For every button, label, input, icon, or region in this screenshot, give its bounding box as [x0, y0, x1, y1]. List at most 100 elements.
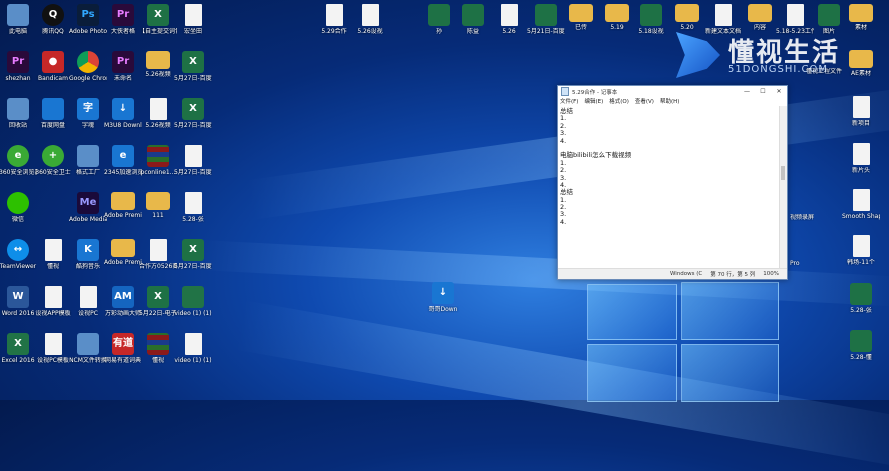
- desktop-icon[interactable]: 韩场-11个: [842, 235, 880, 266]
- desktop-icon[interactable]: 5.20: [668, 4, 706, 31]
- desktop-icon[interactable]: 设视PC: [69, 286, 107, 317]
- desktop-icon[interactable]: ↔ TeamViewer: [0, 239, 37, 270]
- desktop-icon[interactable]: 回收站: [0, 98, 37, 129]
- desktop-icon[interactable]: Pr 大侠者格: [104, 4, 142, 35]
- text-editor-area[interactable]: 总结 1. 2. 3. 4. 电脑bilibili怎么下载视频 1. 2. 3. 4. 总结 1. 2.…: [558, 106, 780, 268]
- text-line: 总结: [560, 107, 573, 115]
- desktop-icon[interactable]: Adobe Premier...: [104, 239, 142, 266]
- menu-format[interactable]: 格式(O): [609, 97, 629, 106]
- desktop-icon[interactable]: 5.26视频: [139, 51, 177, 78]
- vertical-scrollbar[interactable]: [779, 106, 787, 268]
- desktop-icon[interactable]: K 酷狗音乐: [69, 239, 107, 270]
- desktop-icon[interactable]: 新片头: [842, 143, 880, 174]
- desktop-icon[interactable]: Pr 未命名: [104, 51, 142, 82]
- close-button[interactable]: ✕: [771, 88, 787, 95]
- desktop-icon[interactable]: 5.19: [598, 4, 636, 31]
- desktop-icon[interactable]: 素材: [842, 4, 880, 31]
- desktop-icon[interactable]: 懂视: [139, 333, 177, 364]
- desktop-icon[interactable]: ↓ M3U8 Downloader: [104, 98, 142, 129]
- desktop-icon-label: 5.26设视: [357, 28, 383, 35]
- desktop-icon[interactable]: Adobe Premier...: [104, 192, 142, 219]
- excel-file-icon: [850, 330, 872, 352]
- desktop-icon[interactable]: 已传: [562, 4, 600, 31]
- desktop-icon[interactable]: 设视PC模板: [34, 333, 72, 364]
- desktop-icon[interactable]: 懂视: [34, 239, 72, 270]
- baidu-netdisk-icon: [42, 98, 64, 120]
- desktop-icon[interactable]: +360安全卫士: [34, 145, 72, 176]
- desktop-icon[interactable]: Ps Adobe Photosh...: [69, 4, 107, 35]
- desktop-icon-label: video (1) (1): [174, 357, 212, 364]
- file-icon: [500, 4, 518, 26]
- desktop-icon[interactable]: 5.28-张: [842, 283, 880, 314]
- desktop-icon[interactable]: e 2345加速浏览器: [104, 145, 142, 176]
- file-icon: [184, 192, 202, 214]
- desktop-icon-label: Bandicam: [38, 75, 68, 82]
- desktop-icon[interactable]: 内容: [741, 4, 779, 31]
- desktop-icon-label[interactable]: Pro: [790, 260, 800, 267]
- winrar-icon: [147, 333, 169, 355]
- desktop-icon[interactable]: video (1) (1): [174, 333, 212, 364]
- desktop-icon[interactable]: 孙: [420, 4, 458, 35]
- desktop-icon[interactable]: X 5月22日-电子科技-机...: [139, 286, 177, 317]
- desktop-icon[interactable]: ↓ 哥哥Down: [424, 282, 462, 313]
- desktop-icon[interactable]: 宏坐田: [174, 4, 212, 35]
- format-factory-icon: [77, 145, 99, 167]
- desktop-icon[interactable]: 陈益: [454, 4, 492, 35]
- text-line: 2.: [560, 203, 567, 212]
- desktop-icon[interactable]: e 360安全浏览器: [0, 145, 37, 176]
- desktop-icon[interactable]: X Excel 2016: [0, 333, 37, 364]
- desktop-icon[interactable]: 百度网盘: [34, 98, 72, 129]
- desktop-icon[interactable]: 字字魂: [69, 98, 107, 129]
- cursor-position: 第 70 行，第 5 列: [710, 272, 756, 278]
- notepad-titlebar[interactable]: 5.29合作 - 记事本 — ☐ ✕: [558, 86, 787, 97]
- desktop-icon[interactable]: 5月21日-百度主训练-电...: [527, 4, 565, 35]
- desktop-icon[interactable]: 5.26视频: [139, 98, 177, 129]
- desktop-icon[interactable]: 5.26设视: [351, 4, 389, 35]
- desktop-icon[interactable]: 设视APP模板: [34, 286, 72, 317]
- desktop-icon[interactable]: Pr shezhan: [0, 51, 37, 82]
- desktop-icon-label: Adobe Premier...: [104, 259, 142, 266]
- desktop-icon[interactable]: 5.26: [490, 4, 528, 35]
- menu-edit[interactable]: 编辑(E): [584, 97, 603, 106]
- desktop-icon-label: 微信: [11, 216, 24, 223]
- 360-browser-icon: e: [7, 145, 29, 167]
- desktop-icon[interactable]: 格式工厂: [69, 145, 107, 176]
- desktop-icon[interactable]: Google Chrome: [69, 51, 107, 82]
- desktop-icon[interactable]: Me Adobe Media...: [69, 192, 107, 223]
- desktop-icon[interactable]: X 【自主提交词包】设视 m...: [139, 4, 177, 35]
- desktop-icon[interactable]: 5.28-懂: [842, 330, 880, 361]
- desktop-icon[interactable]: X 5月27日-百度认领-电...: [174, 51, 212, 82]
- desktop-icon[interactable]: 111: [139, 192, 177, 219]
- menu-view[interactable]: 查看(V): [635, 97, 654, 106]
- desktop-icon[interactable]: AM 万彩动画大师: [104, 286, 142, 317]
- desktop-icon[interactable]: video (1) (1): [174, 286, 212, 317]
- desktop-icon[interactable]: Smooth Shapes ...: [842, 189, 880, 220]
- desktop-icon[interactable]: X 5月27日-百度认领-机...: [174, 239, 212, 270]
- desktop-icon[interactable]: Q 腾讯QQ: [34, 4, 72, 35]
- desktop-icon[interactable]: 5.28-张: [174, 192, 212, 223]
- file-icon: [44, 333, 62, 355]
- file-icon: [44, 239, 62, 261]
- desktop-icon[interactable]: 微信: [0, 192, 37, 223]
- desktop-icon-label: 5.26: [502, 28, 516, 35]
- minimize-button[interactable]: —: [739, 88, 755, 95]
- desktop-icon[interactable]: 5.29合作: [315, 4, 353, 35]
- desktop-icon[interactable]: 此电脑: [0, 4, 37, 35]
- desktop-icon[interactable]: 5.18设视: [632, 4, 670, 35]
- desktop-icon[interactable]: X 5月27日-百度认领-电...: [174, 98, 212, 129]
- desktop-icon[interactable]: 5月27日-百度认领-电...: [174, 145, 212, 176]
- desktop-icon[interactable]: ● Bandicam: [34, 51, 72, 82]
- desktop-icon[interactable]: W Word 2016: [0, 286, 37, 317]
- desktop-icon-label[interactable]: 视频录屏: [790, 214, 814, 221]
- desktop-icon[interactable]: 有道 网易有道词典: [104, 333, 142, 364]
- maximize-button[interactable]: ☐: [755, 88, 771, 95]
- desktop-icon[interactable]: NCM文件转换: [69, 333, 107, 364]
- menu-file[interactable]: 文件(F): [560, 97, 578, 106]
- desktop-icon[interactable]: 合作方0526商: [139, 239, 177, 270]
- scrollbar-thumb[interactable]: [781, 166, 785, 180]
- menu-help[interactable]: 帮助(H): [660, 97, 679, 106]
- desktop-icon[interactable]: pconline1...: [139, 145, 177, 176]
- wechat-icon: [7, 192, 29, 214]
- app-icon: ↓: [432, 282, 454, 304]
- desktop-icon[interactable]: 新项目: [842, 96, 880, 127]
